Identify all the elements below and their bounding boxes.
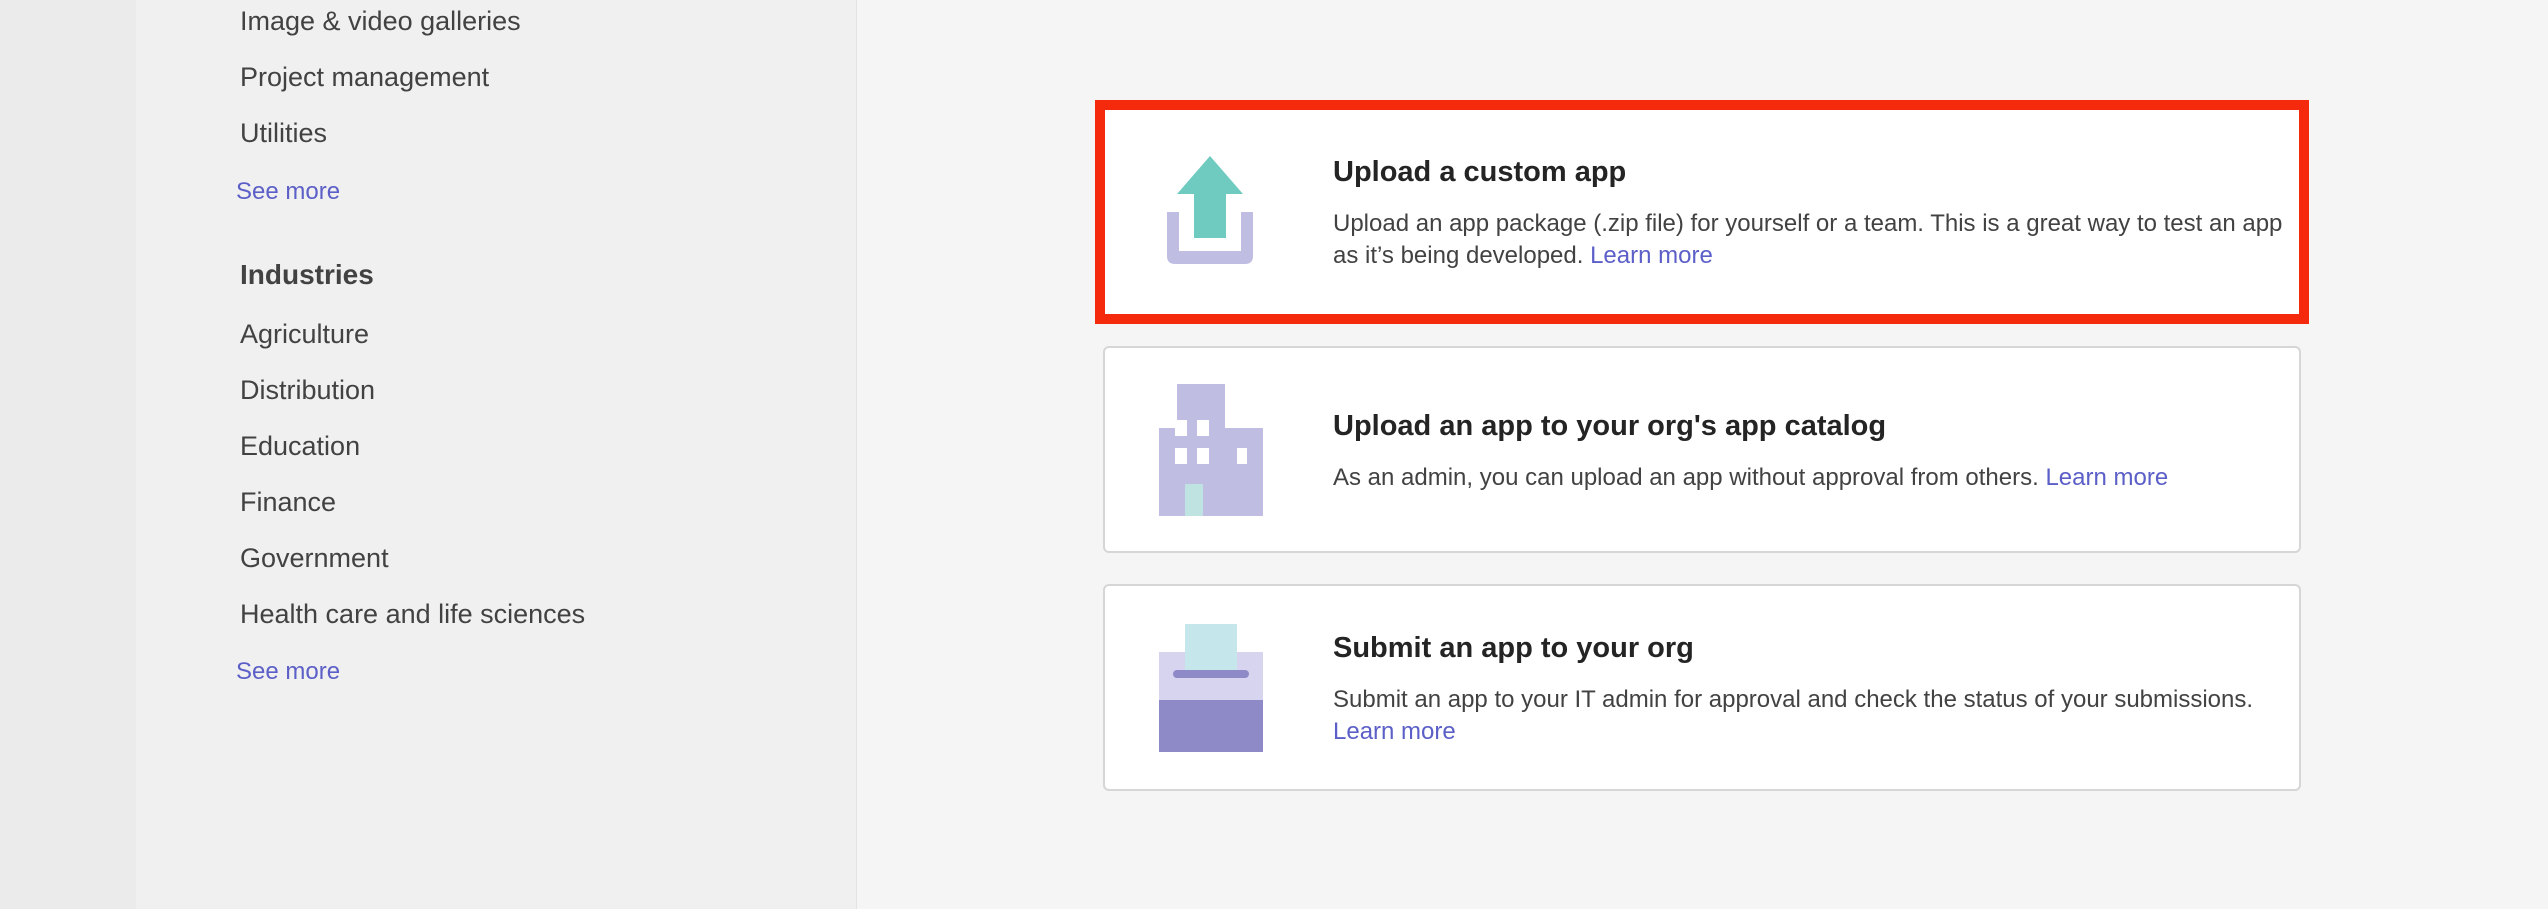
card-description: Upload an app package (.zip file) for yo…: [1333, 210, 2283, 269]
card-description: As an admin, you can upload an app witho…: [1333, 464, 2169, 491]
sidebar-item-agriculture[interactable]: Agriculture: [240, 319, 369, 350]
categories-see-more-link[interactable]: See more: [236, 178, 340, 206]
industries-heading: Industries: [240, 259, 374, 290]
category-sidebar: Image & video galleries Project manageme…: [136, 0, 857, 909]
sidebar-item-government[interactable]: Government: [240, 543, 389, 574]
learn-more-link[interactable]: Learn more: [1590, 242, 1713, 269]
card-title: Submit an app to your org: [1333, 632, 1694, 664]
sidebar-item-utilities[interactable]: Utilities: [240, 118, 327, 149]
card-title: Upload a custom app: [1333, 156, 1627, 188]
building-icon: [1159, 384, 1263, 516]
upload-custom-app-card[interactable]: Upload a custom app Upload an app packag…: [1095, 100, 2309, 324]
industries-see-more-link[interactable]: See more: [236, 658, 340, 686]
learn-more-link[interactable]: Learn more: [1333, 718, 1456, 745]
submit-app-card[interactable]: Submit an app to your org Submit an app …: [1103, 584, 2301, 791]
upload-icon: [1167, 156, 1253, 264]
app-left-rail: [0, 0, 136, 909]
sidebar-item-image-video-galleries[interactable]: Image & video galleries: [240, 6, 521, 37]
sidebar-item-project-management[interactable]: Project management: [240, 62, 489, 93]
upload-org-catalog-card[interactable]: Upload an app to your org's app catalog …: [1103, 346, 2301, 553]
sidebar-item-education[interactable]: Education: [240, 431, 360, 462]
learn-more-link[interactable]: Learn more: [2045, 464, 2168, 491]
submit-box-icon: [1159, 624, 1263, 752]
card-title: Upload an app to your org's app catalog: [1333, 410, 1887, 442]
card-description: Submit an app to your IT admin for appro…: [1333, 686, 2254, 745]
sidebar-item-finance[interactable]: Finance: [240, 487, 336, 518]
sidebar-item-health-care[interactable]: Health care and life sciences: [240, 599, 585, 630]
main-content: Upload a custom app Upload an app packag…: [857, 0, 2548, 909]
sidebar-item-distribution[interactable]: Distribution: [240, 375, 375, 406]
